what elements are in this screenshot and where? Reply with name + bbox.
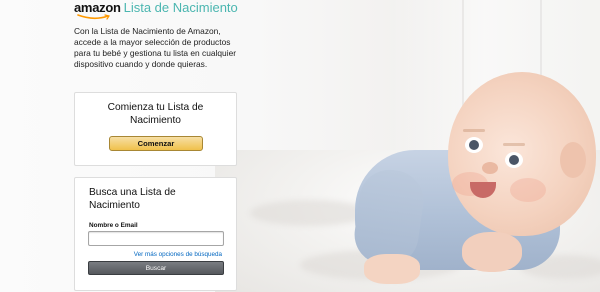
baby-eye: [505, 152, 523, 168]
baby-ear: [560, 142, 586, 178]
baby-nose: [482, 162, 498, 174]
intro-text: Con la Lista de Nacimiento de Amazon, ac…: [74, 26, 237, 69]
name-or-email-input[interactable]: [88, 231, 224, 246]
search-registry-card: Busca una Lista de Nacimiento Nombre o E…: [74, 177, 237, 291]
baby-brow: [503, 143, 525, 146]
more-search-options-link[interactable]: Ver más opciones de búsqueda: [134, 251, 222, 258]
amazon-logo-text: amazon: [74, 0, 121, 15]
start-registry-button[interactable]: Comenzar: [109, 136, 203, 151]
amazon-smile-icon: [77, 14, 110, 20]
search-registry-title: Busca una Lista de Nacimiento: [89, 187, 176, 211]
baby-brow: [463, 129, 485, 132]
start-registry-title: Comienza tu Lista de Nacimiento: [107, 102, 204, 126]
amazon-logo[interactable]: amazon: [74, 0, 121, 20]
baby-hand: [364, 254, 420, 284]
name-or-email-label: Nombre o Email: [89, 222, 138, 229]
page-title: Lista de Nacimiento: [123, 0, 238, 15]
search-button[interactable]: Buscar: [88, 261, 224, 275]
sheet-fold: [250, 200, 370, 226]
start-registry-card: Comienza tu Lista de Nacimiento Comenzar: [74, 92, 237, 166]
brand-header: amazon Lista de Nacimiento: [74, 0, 238, 22]
baby-eye: [465, 137, 483, 153]
baby-hand: [462, 232, 522, 272]
baby-cheek: [510, 178, 546, 202]
